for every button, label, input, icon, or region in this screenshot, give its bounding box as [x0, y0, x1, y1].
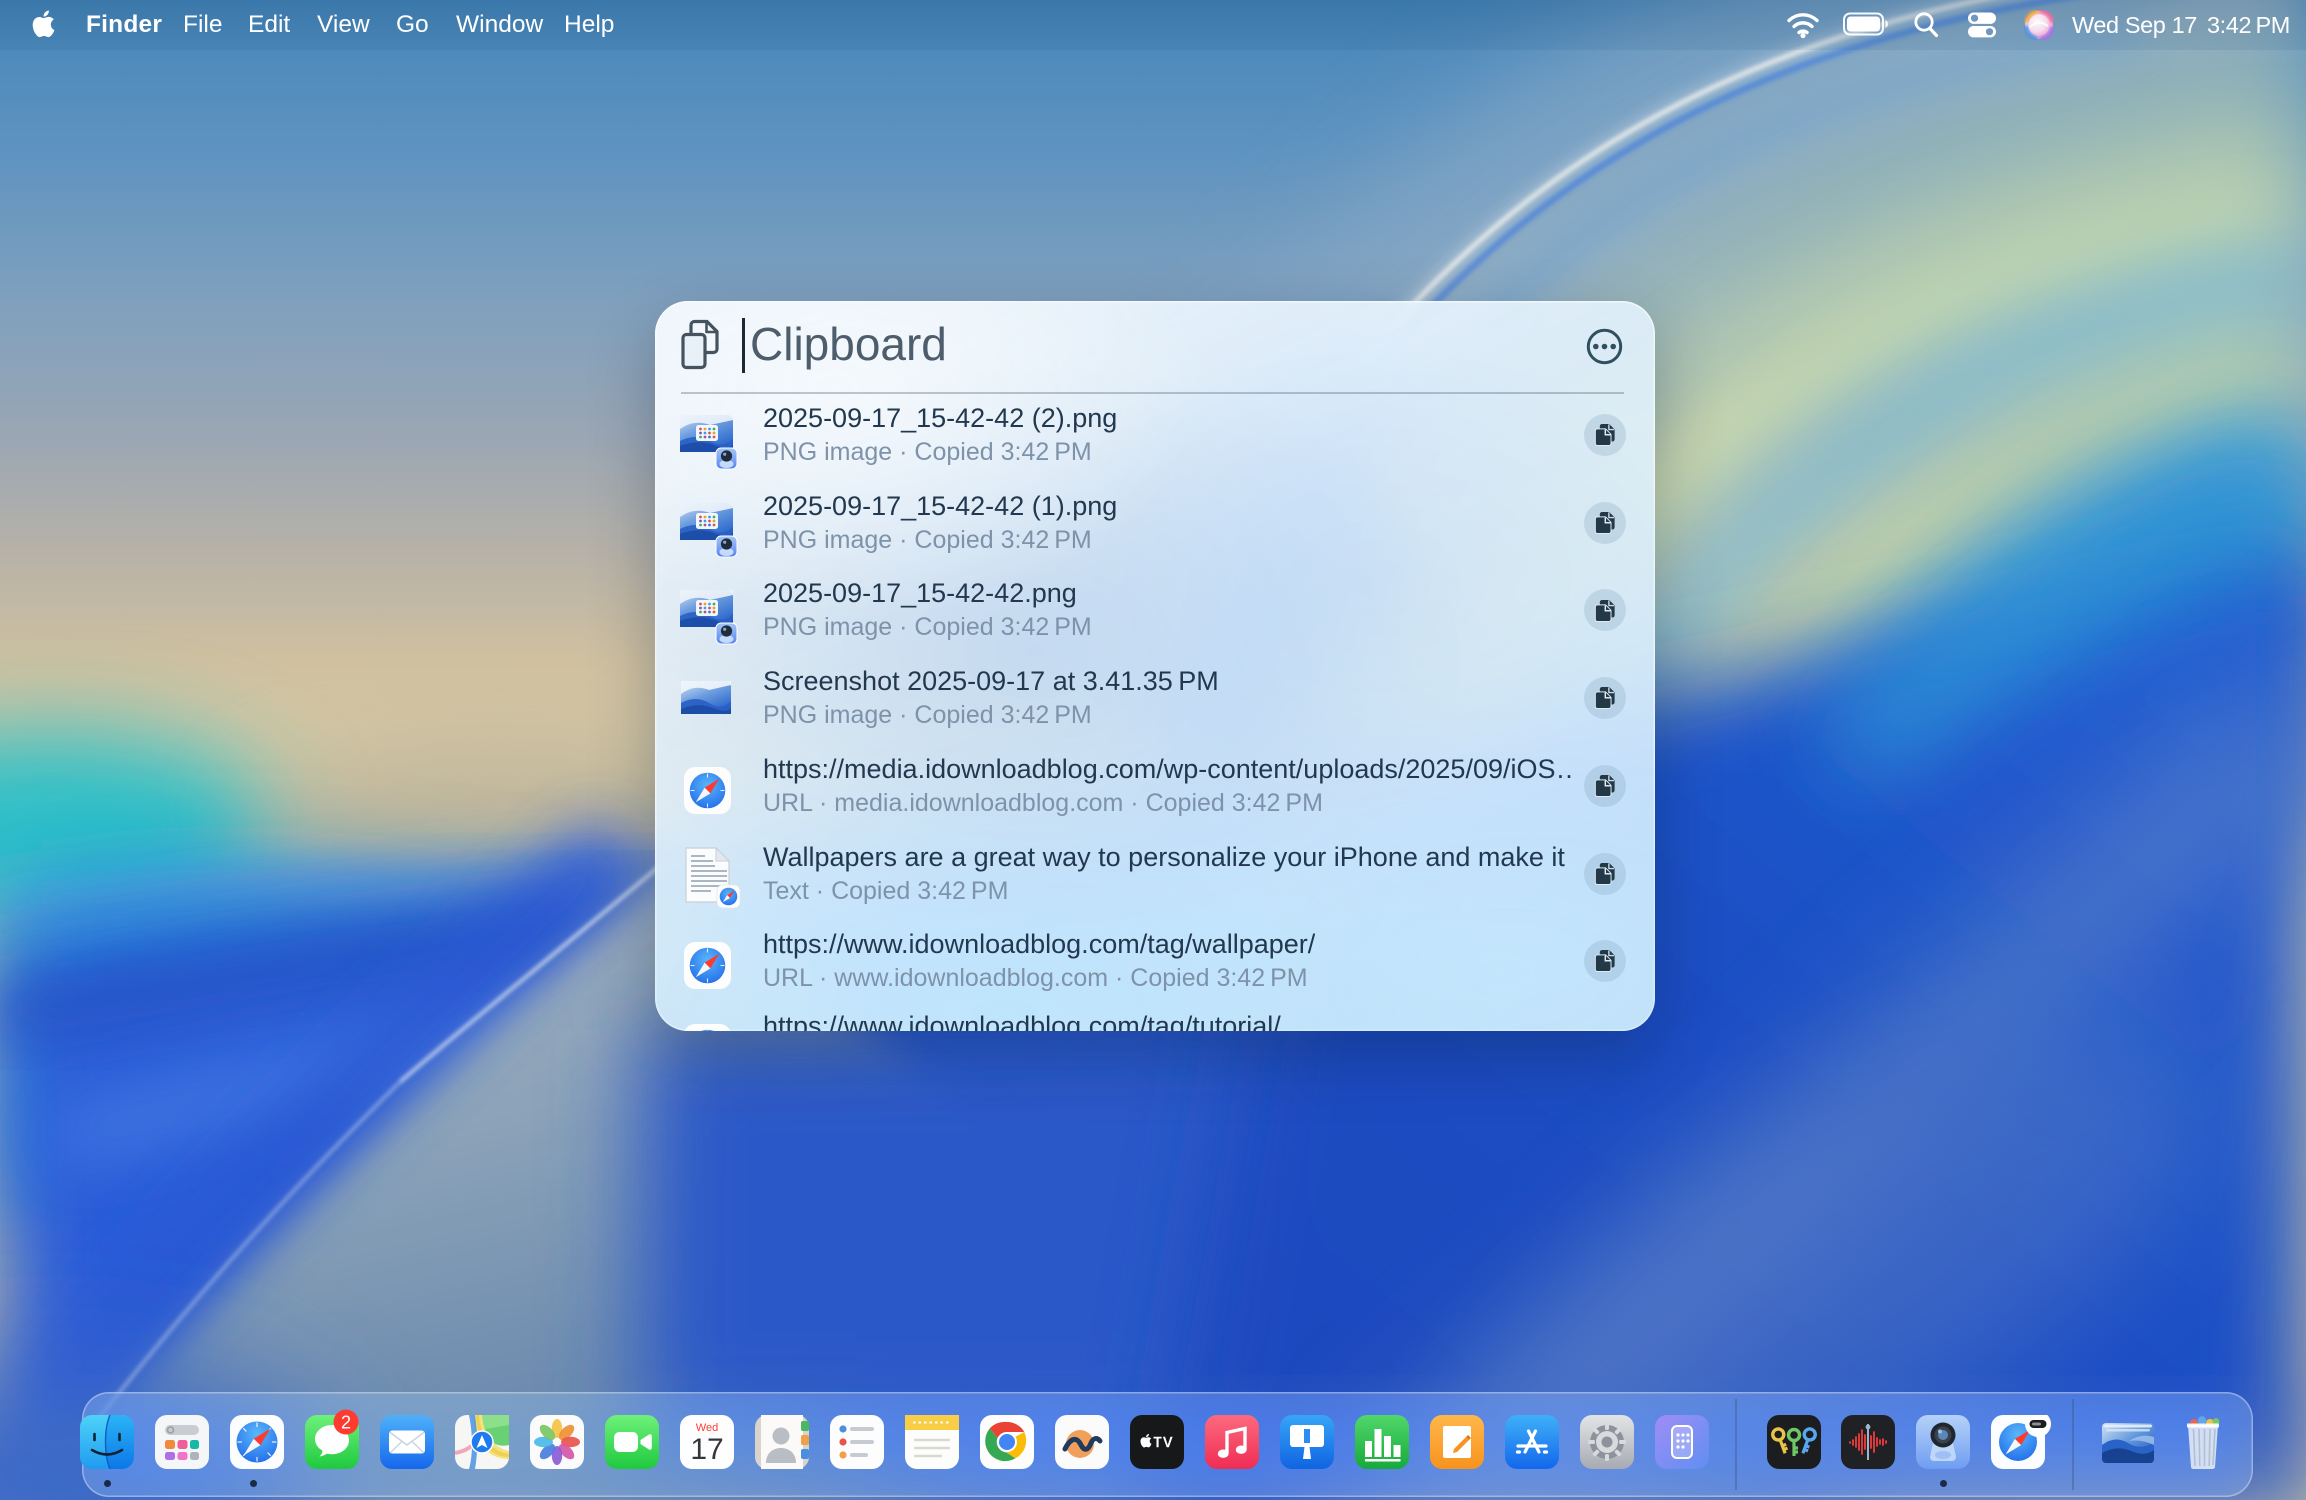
svg-text:2: 2	[341, 1413, 351, 1433]
svg-text:17: 17	[690, 1433, 723, 1466]
